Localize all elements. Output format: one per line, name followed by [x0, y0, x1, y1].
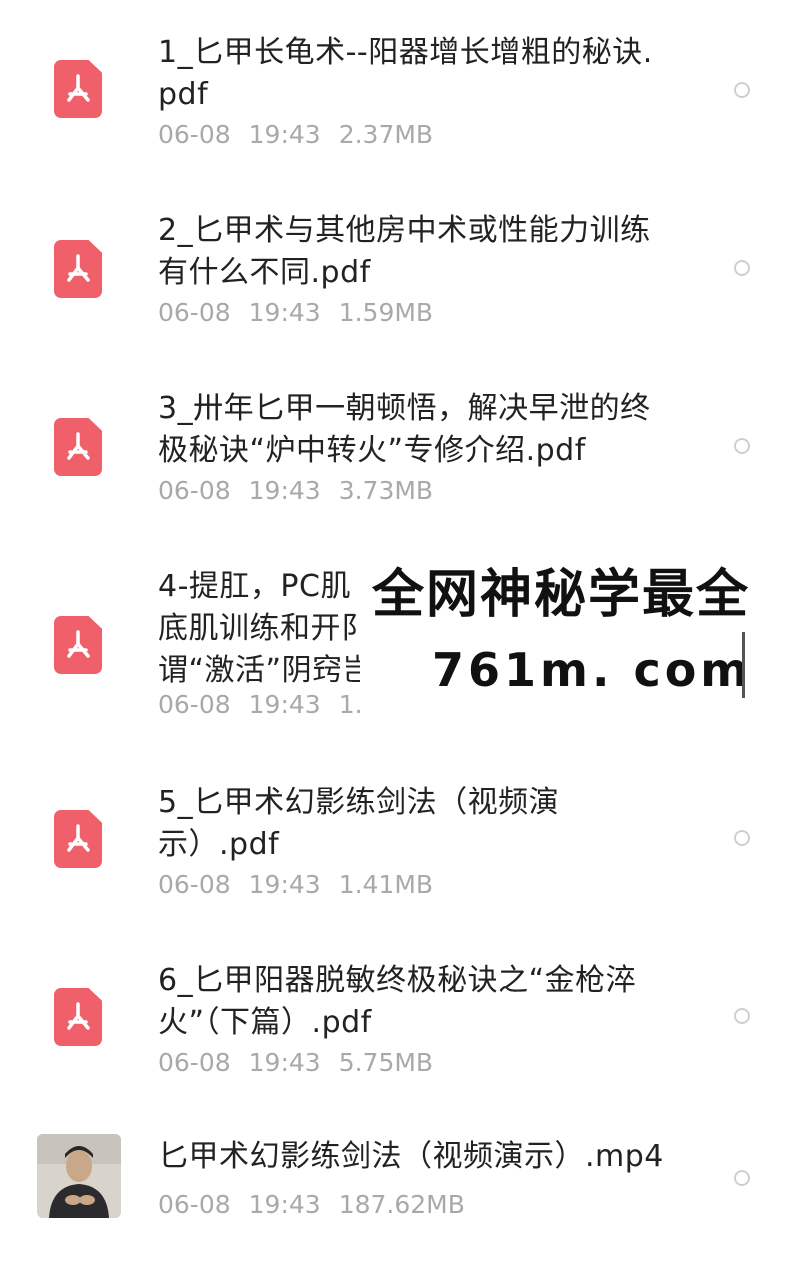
file-meta: 06-08 19:43 3.73MB	[158, 476, 451, 506]
file-date: 06-08	[158, 120, 231, 149]
file-meta: 06-08 19:43 1.59MB	[158, 298, 451, 328]
video-thumbnail	[37, 1134, 121, 1218]
watermark: 全网神秘学最全 761m. com	[360, 556, 806, 706]
file-date: 06-08	[158, 298, 231, 327]
file-time: 19:43	[248, 120, 321, 149]
watermark-title: 全网神秘学最全	[372, 565, 751, 625]
file-date: 06-08	[158, 1048, 231, 1077]
file-meta: 06-08 19:43 1.	[158, 690, 381, 720]
file-date: 06-08	[158, 870, 231, 899]
list-item[interactable]: 6_匕甲阳器脱敏终极秘诀之“金枪淬火”（下篇）.pdf 06-08 19:43 5.…	[0, 928, 806, 1106]
file-date: 06-08	[158, 690, 231, 719]
text-cursor-bar	[742, 632, 745, 698]
watermark-url: 761m. com	[432, 643, 753, 697]
pdf-file-icon	[54, 60, 102, 118]
file-size: 187.62MB	[338, 1190, 465, 1219]
file-size: 1.59MB	[338, 298, 434, 327]
list-item[interactable]: 2_匕甲术与其他房中术或性能力训练有什么不同.pdf 06-08 19:43 1.5…	[0, 178, 806, 356]
file-name: 匕甲术幻影练剑法（视频演示）.mp4	[158, 1139, 664, 1174]
file-meta: 06-08 19:43 5.75MB	[158, 1048, 451, 1078]
file-meta: 06-08 19:43 2.37MB	[158, 120, 451, 150]
file-time: 19:43	[248, 1048, 321, 1077]
file-time: 19:43	[248, 690, 321, 719]
list-item[interactable]: 5_匕甲术幻影练剑法（视频演示）.pdf 06-08 19:43 1.41MB	[0, 750, 806, 928]
file-time: 19:43	[248, 298, 321, 327]
file-time: 19:43	[248, 1190, 321, 1219]
select-radio[interactable]	[734, 260, 750, 276]
pdf-file-icon	[54, 418, 102, 476]
file-name: 3_卅年匕甲一朝顿悟，解决早泄的终极秘诀“炉中转火”专修介绍.pdf	[158, 391, 651, 468]
file-size: 3.73MB	[338, 476, 434, 505]
pdf-file-icon	[54, 616, 102, 674]
select-radio[interactable]	[734, 1170, 750, 1186]
pdf-file-icon	[54, 988, 102, 1046]
file-size: 2.37MB	[338, 120, 434, 149]
file-name: 2_匕甲术与其他房中术或性能力训练有什么不同.pdf	[158, 213, 651, 290]
pdf-file-icon	[54, 810, 102, 868]
select-radio[interactable]	[734, 830, 750, 846]
file-meta: 06-08 19:43 187.62MB	[158, 1190, 483, 1220]
file-meta: 06-08 19:43 1.41MB	[158, 870, 451, 900]
select-radio[interactable]	[734, 82, 750, 98]
file-size: 1.	[338, 690, 363, 719]
file-size: 1.41MB	[338, 870, 434, 899]
file-time: 19:43	[248, 476, 321, 505]
file-name: 5_匕甲术幻影练剑法（视频演示）.pdf	[158, 785, 560, 862]
list-item[interactable]: 匕甲术幻影练剑法（视频演示）.mp4 06-08 19:43 187.62MB	[0, 1106, 806, 1280]
list-item[interactable]: 1_匕甲长龟术--阳器增长增粗的秘诀.pdf 06-08 19:43 2.37MB	[0, 0, 806, 178]
select-radio[interactable]	[734, 1008, 750, 1024]
file-time: 19:43	[248, 870, 321, 899]
select-radio[interactable]	[734, 438, 750, 454]
list-item[interactable]: 3_卅年匕甲一朝顿悟，解决早泄的终极秘诀“炉中转火”专修介绍.pdf 06-08…	[0, 356, 806, 534]
file-date: 06-08	[158, 476, 231, 505]
file-name: 4-提肛，PC肌底肌训练和开阝谓“激活”阴窍岂	[158, 569, 374, 688]
file-name: 6_匕甲阳器脱敏终极秘诀之“金枪淬火”（下篇）.pdf	[158, 963, 637, 1040]
file-size: 5.75MB	[338, 1048, 434, 1077]
file-name: 1_匕甲长龟术--阳器增长增粗的秘诀.pdf	[158, 35, 653, 112]
pdf-file-icon	[54, 240, 102, 298]
file-date: 06-08	[158, 1190, 231, 1219]
